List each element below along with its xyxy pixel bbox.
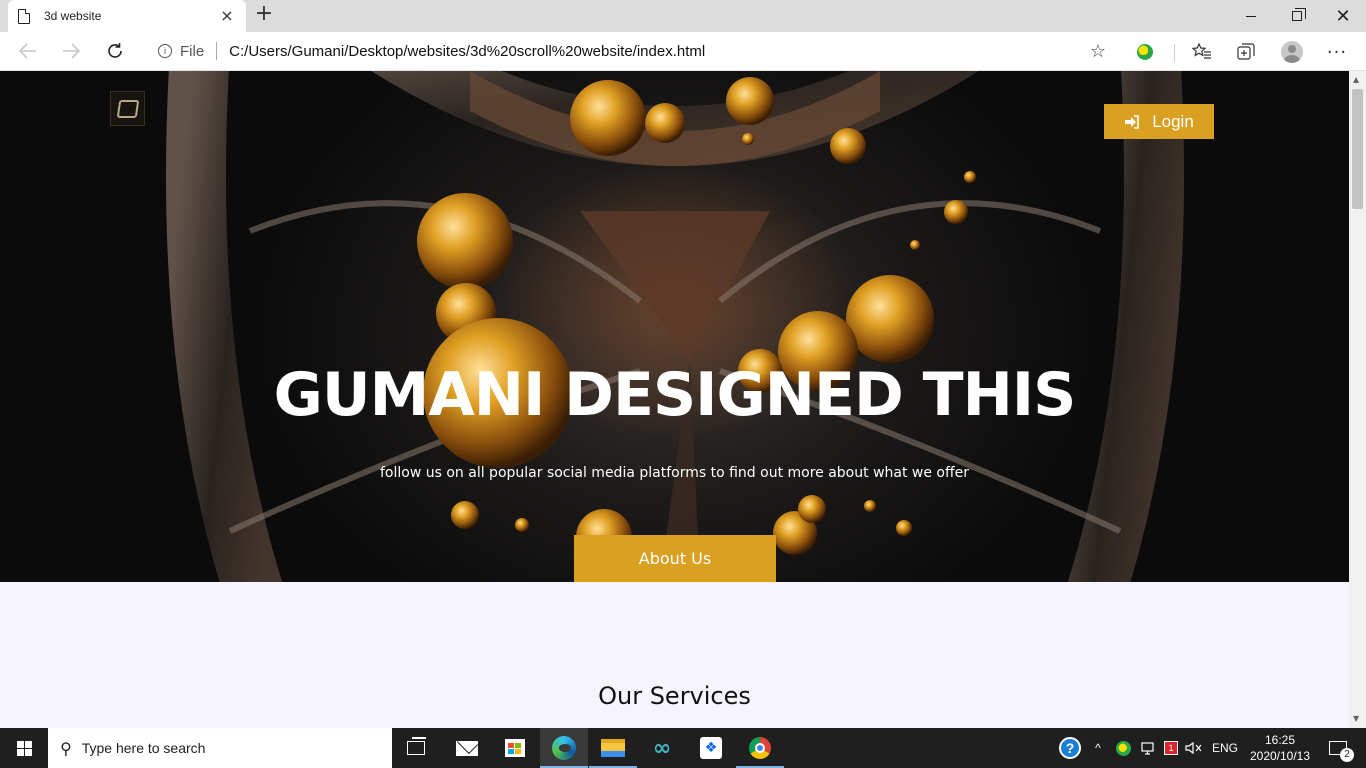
edge-app[interactable] <box>540 728 588 768</box>
arrow-right-icon <box>63 43 80 59</box>
star-icon[interactable]: ☆ <box>1090 41 1106 62</box>
logo-icon <box>116 99 139 118</box>
new-tab-button[interactable]: + <box>252 3 276 27</box>
tray-extension-button[interactable] <box>1114 728 1132 768</box>
extension-button[interactable] <box>1134 41 1156 63</box>
browser-toolbar: i File C:/Users/Gumani/Desktop/websites/… <box>0 32 1366 71</box>
arrow-left-icon <box>19 43 36 59</box>
show-hidden-icons-button[interactable]: ^ <box>1090 728 1106 768</box>
info-icon[interactable]: i <box>158 44 172 58</box>
tab-close-icon[interactable]: × <box>218 7 236 25</box>
volume-muted-icon <box>1185 741 1202 755</box>
page-viewport: Login GUMANI DESIGNED THIS follow us on … <box>0 71 1366 728</box>
help-icon: ? <box>1059 737 1081 759</box>
notifications-icon: 2 <box>1329 741 1354 762</box>
address-bar[interactable]: i File C:/Users/Gumani/Desktop/websites/… <box>144 36 1116 66</box>
minimize-button[interactable] <box>1228 0 1274 32</box>
document-icon <box>18 8 30 24</box>
clock[interactable]: 16:25 2020/10/13 <box>1244 728 1316 768</box>
mail-app[interactable] <box>443 728 491 768</box>
scroll-down-icon[interactable]: ▼ <box>1353 714 1359 723</box>
site-logo[interactable] <box>110 91 145 126</box>
help-tray-button[interactable]: ? <box>1058 728 1082 768</box>
reload-icon <box>108 43 122 58</box>
hero-subtitle: follow us on all popular social media pl… <box>380 465 969 481</box>
forward-button[interactable] <box>56 36 86 66</box>
login-label: Login <box>1152 111 1194 131</box>
network-tray-button[interactable] <box>1138 728 1158 768</box>
scroll-up-icon[interactable]: ▲ <box>1353 75 1359 84</box>
back-button[interactable] <box>13 36 43 66</box>
windows-taskbar: ⚲ Type here to search ∞ ❖ ? ^ 1 ENG 16:2… <box>0 728 1366 768</box>
arduino-icon: ∞ <box>652 735 672 761</box>
dropbox-icon: ❖ <box>700 737 722 759</box>
login-button[interactable]: Login <box>1104 104 1214 139</box>
toolbar-divider <box>1174 44 1175 62</box>
scrollbar-thumb[interactable] <box>1352 89 1363 209</box>
taskbar-search[interactable]: ⚲ Type here to search <box>48 728 392 768</box>
task-view-icon <box>407 737 426 755</box>
store-app[interactable] <box>491 728 539 768</box>
minimize-icon <box>1246 15 1256 17</box>
restore-icon <box>1292 8 1306 21</box>
tab-title: 3d website <box>44 9 102 23</box>
chrome-icon <box>749 737 771 759</box>
search-placeholder: Type here to search <box>81 740 206 756</box>
reload-button[interactable] <box>100 36 130 66</box>
store-icon <box>505 739 525 757</box>
clock-date: 2020/10/13 <box>1249 749 1311 763</box>
network-icon <box>1141 742 1154 755</box>
browser-tab[interactable]: 3d website × <box>8 0 246 32</box>
language-indicator[interactable]: ENG <box>1210 728 1240 768</box>
favorites-button[interactable] <box>1191 41 1213 63</box>
red-tray-app[interactable]: 1 <box>1162 728 1180 768</box>
task-view-button[interactable] <box>392 728 440 768</box>
services-section: Our Services <box>0 582 1349 728</box>
clock-time: 16:25 <box>1264 733 1296 747</box>
page-scrollbar[interactable]: ▲ ▼ <box>1349 71 1366 728</box>
search-icon: ⚲ <box>60 738 72 758</box>
address-scheme-label: File <box>180 42 205 60</box>
collections-button[interactable] <box>1235 41 1257 63</box>
chrome-app[interactable] <box>736 728 784 768</box>
dropbox-app[interactable]: ❖ <box>687 728 735 768</box>
windows-logo-icon <box>16 740 32 756</box>
avatar-icon <box>1281 41 1303 63</box>
mail-icon <box>456 740 478 756</box>
edge-icon <box>552 736 576 760</box>
hero-section: Login GUMANI DESIGNED THIS follow us on … <box>0 71 1349 582</box>
profile-button[interactable] <box>1281 41 1303 63</box>
favorites-icon <box>1192 43 1211 59</box>
more-menu-button[interactable]: ··· <box>1326 41 1348 63</box>
hero-background-image <box>166 71 1184 582</box>
red-app-icon: 1 <box>1164 741 1178 755</box>
volume-button[interactable] <box>1184 728 1204 768</box>
restore-button[interactable] <box>1274 0 1320 32</box>
notifications-button[interactable]: 2 <box>1320 728 1356 768</box>
extension-icon <box>1137 44 1153 60</box>
sign-in-icon <box>1125 114 1139 129</box>
hero-title: GUMANI DESIGNED THIS <box>273 360 1077 430</box>
about-us-button[interactable]: About Us <box>574 535 776 582</box>
arduino-app[interactable]: ∞ <box>638 728 686 768</box>
address-separator <box>216 42 218 60</box>
notification-count-badge: 2 <box>1340 748 1354 762</box>
services-title: Our Services <box>598 682 751 710</box>
start-button[interactable] <box>0 728 48 768</box>
file-explorer-app[interactable] <box>589 728 637 768</box>
close-window-button[interactable]: ✕ <box>1320 0 1366 32</box>
tab-strip: 3d website × + ✕ <box>0 0 1366 32</box>
address-url[interactable]: C:/Users/Gumani/Desktop/websites/3d%20sc… <box>229 43 1090 60</box>
tray-extension-icon <box>1115 740 1131 756</box>
folder-icon <box>601 739 625 757</box>
collections-icon <box>1237 43 1255 60</box>
